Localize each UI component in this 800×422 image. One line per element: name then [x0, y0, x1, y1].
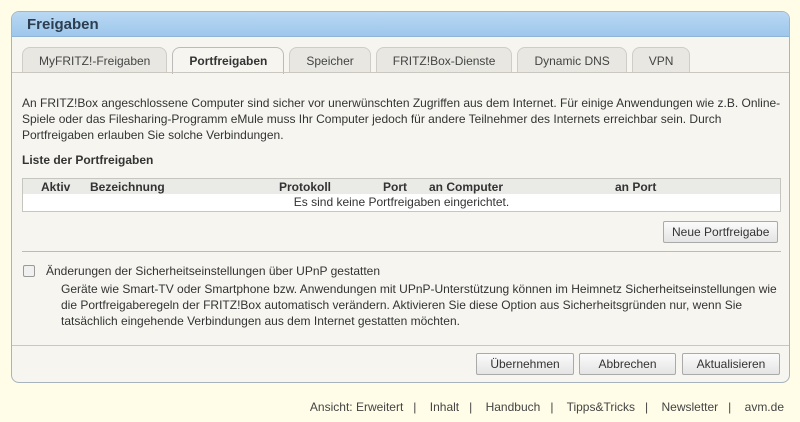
tab-portfreigaben[interactable]: Portfreigaben: [172, 47, 285, 74]
newsletter-link[interactable]: Newsletter: [661, 400, 718, 414]
col-protokoll: Protokoll: [279, 180, 332, 194]
footer-links: Ansicht: Erweitert | Inhalt | Handbuch | Ti…: [310, 400, 784, 414]
tab-dynamic-dns[interactable]: Dynamic DNS: [517, 47, 627, 73]
new-portfreigabe-button[interactable]: Neue Portfreigabe: [663, 221, 779, 243]
list-title: Liste der Portfreigaben: [22, 153, 154, 167]
avm-link[interactable]: avm.de: [745, 400, 784, 414]
refresh-button[interactable]: Aktualisieren: [682, 353, 780, 375]
divider: [22, 251, 781, 252]
col-aktiv: Aktiv: [41, 180, 71, 194]
upnp-label[interactable]: Änderungen der Sicherheitseinstellungen …: [46, 264, 380, 278]
tab-vpn[interactable]: VPN: [631, 47, 691, 73]
col-port: Port: [383, 180, 407, 194]
tipps-tricks-link[interactable]: Tipps&Tricks: [567, 400, 635, 414]
upnp-checkbox[interactable]: [23, 265, 35, 277]
col-an-computer: an Computer: [429, 180, 504, 194]
intro-text: An FRITZ!Box angeschlossene Computer sin…: [22, 96, 781, 142]
separator: |: [413, 400, 417, 414]
view-link[interactable]: Ansicht: Erweitert: [310, 400, 403, 414]
tab-myfritz-freigaben[interactable]: MyFRITZ!-Freigaben: [22, 47, 168, 73]
panel-title: Freigaben: [12, 12, 789, 37]
table-header: Aktiv Bezeichnung Protokoll Port an Comp…: [23, 179, 780, 194]
handbuch-link[interactable]: Handbuch: [486, 400, 541, 414]
col-bezeichnung: Bezeichnung: [90, 180, 165, 194]
cancel-button[interactable]: Abbrechen: [579, 353, 676, 375]
empty-message: Es sind keine Portfreigaben eingerichtet…: [293, 195, 510, 209]
apply-button[interactable]: Übernehmen: [476, 353, 574, 375]
tab-content: An FRITZ!Box angeschlossene Computer sin…: [12, 72, 789, 382]
tab-fritzbox-dienste[interactable]: FRITZ!Box-Dienste: [375, 47, 513, 73]
upnp-description: Geräte wie Smart-TV oder Smartphone bzw.…: [61, 282, 777, 328]
separator: |: [469, 400, 473, 414]
separator: |: [728, 400, 732, 414]
button-divider: [12, 345, 789, 346]
separator: |: [550, 400, 554, 414]
separator: |: [645, 400, 649, 414]
portfreigaben-table: Aktiv Bezeichnung Protokoll Port an Comp…: [22, 178, 781, 212]
inhalt-link[interactable]: Inhalt: [430, 400, 459, 414]
freigaben-panel: Freigaben MyFRITZ!-Freigaben Portfreigab…: [11, 11, 790, 383]
tab-bar: MyFRITZ!-Freigaben Portfreigaben Speiche…: [22, 47, 789, 74]
col-an-port: an Port: [615, 180, 657, 194]
tab-speicher[interactable]: Speicher: [289, 47, 371, 73]
